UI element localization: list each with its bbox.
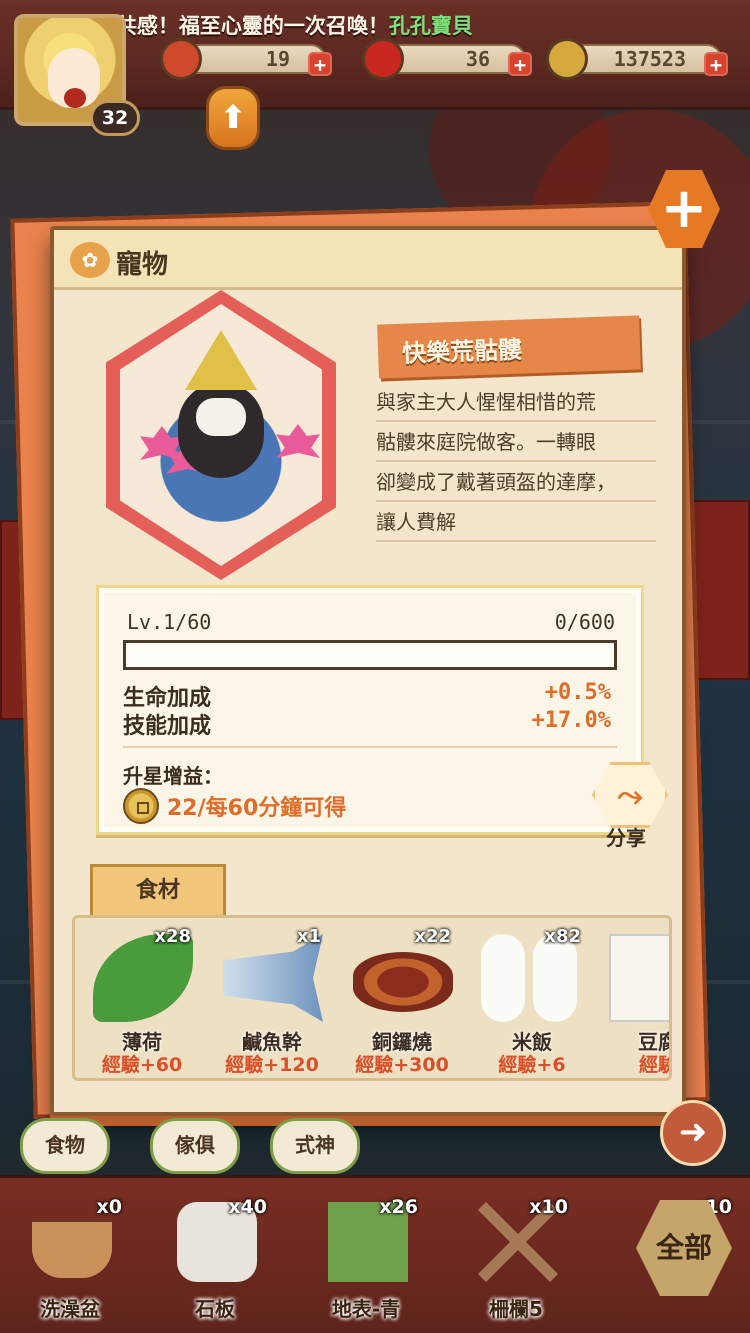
star-bonus-label: 升星增益： — [123, 764, 223, 788]
tofu-icon — [609, 934, 669, 1022]
ingredient-count: x22 — [414, 926, 451, 947]
pet-panel: ✿ 寵物 快樂荒骷髏 與家主大人惺惺相惜的荒 骷髏來庭院做客。一轉眼 卻變成了戴… — [50, 226, 686, 1116]
torii-pillar — [690, 500, 750, 680]
stat-value: +17.0% — [531, 708, 611, 733]
star-bonus-value: 22/每60分鐘可得 — [167, 796, 347, 821]
panel-header: ✿ 寵物 — [54, 230, 682, 290]
magatama-resource: 36 + — [362, 38, 532, 80]
next-arrow-button[interactable]: ➜ — [660, 1100, 726, 1166]
dried-fish-icon — [223, 934, 323, 1022]
sushi-icon — [160, 38, 202, 80]
pet-name: 快樂荒骷髏 — [401, 335, 523, 368]
lantern-upgrade-icon[interactable]: ⬆ — [206, 86, 260, 150]
pet-description: 與家主大人惺惺相惜的荒 骷髏來庭院做客。一轉眼 卻變成了戴著頭盔的達摩， 讓人費… — [376, 382, 656, 542]
pet-name-tag: 快樂荒骷髏 — [377, 315, 641, 379]
panel-title: 寵物 — [116, 250, 169, 280]
avatar-mouth — [64, 88, 86, 108]
paw-icon: ✿ — [70, 242, 110, 278]
mint-leaf-icon — [93, 934, 193, 1022]
pet-portrait — [106, 290, 336, 580]
magatama-icon — [362, 38, 404, 80]
ingredient-count: x82 — [544, 926, 581, 947]
stat-row-skill: 技能加成 +17.0% — [123, 708, 611, 740]
share-icon: ⤳ — [617, 775, 643, 814]
coin-icon — [546, 38, 588, 80]
ingredient-exp: 經驗 — [638, 1054, 669, 1076]
furniture-item[interactable]: x40 石板 — [145, 1182, 285, 1328]
furniture-count: x40 — [228, 1196, 267, 1218]
ingredient-item[interactable]: x28 薄荷 經驗+60 — [79, 922, 205, 1078]
ingredient-exp: 經驗+60 — [101, 1054, 183, 1076]
rice-ball-icon — [481, 934, 525, 1022]
add-sushi-button[interactable]: + — [308, 52, 332, 76]
pet-stats-box: Lv.1/60 0/600 生命加成 +0.5% 技能加成 +17.0% 升星增… — [96, 585, 644, 835]
furniture-count: x0 — [96, 1196, 122, 1218]
add-coin-button[interactable]: + — [704, 52, 728, 76]
star-bonus-row: 22/每60分鐘可得 — [123, 788, 346, 824]
ingredient-item[interactable]: x22 銅鑼燒 經驗+300 — [339, 922, 465, 1078]
ingredient-count: x1 — [296, 926, 321, 947]
exp-bar — [123, 640, 617, 670]
dorayaki-icon — [353, 952, 453, 1012]
rice-ball-icon — [533, 934, 577, 1022]
ingredient-item[interactable]: x 豆腐 經驗 — [595, 922, 669, 1078]
player-level-badge: 32 — [90, 100, 140, 136]
description-line: 骷髏來庭院做客。一轉眼 — [376, 422, 656, 462]
furniture-label: 石板 — [195, 1297, 235, 1321]
ingredient-exp: 經驗+6 — [498, 1054, 566, 1076]
announcement-marquee[interactable]: ✿口 陰陽共感！福至心靈的一次召喚！孔孔寶貝 — [22, 10, 732, 42]
furniture-label: 柵欄5 — [489, 1297, 543, 1321]
description-line: 與家主大人惺惺相惜的荒 — [376, 382, 656, 422]
furniture-item[interactable]: x0 洗澡盆 — [0, 1182, 140, 1328]
furniture-label: 地表-青 — [331, 1297, 401, 1321]
furniture-count: x10 — [529, 1196, 568, 1218]
pet-face — [196, 398, 246, 436]
ingredient-exp: 經驗+120 — [225, 1054, 319, 1076]
level-row: Lv.1/60 0/600 — [127, 610, 615, 634]
description-line: 讓人費解 — [376, 502, 656, 542]
shortcut-food[interactable]: 食物 — [20, 1118, 110, 1174]
divider — [123, 746, 617, 748]
furniture-count: x26 — [379, 1196, 418, 1218]
furniture-item[interactable]: x26 地表-青 — [296, 1182, 436, 1328]
ingredient-count: x28 — [154, 926, 191, 947]
bathtub-icon — [32, 1222, 112, 1278]
furniture-item[interactable]: x10 柵欄5 — [446, 1182, 586, 1328]
stat-label: 技能加成 — [123, 714, 212, 739]
ingredients-list: x28 薄荷 經驗+60 x1 鹹魚幹 經驗+120 x22 銅鑼燒 經驗+30… — [72, 915, 672, 1081]
furniture-label: 洗澡盆 — [40, 1297, 100, 1321]
description-line: 卻變成了戴著頭盔的達摩， — [376, 462, 656, 502]
shortcut-shikigami[interactable]: 式神 — [270, 1118, 360, 1174]
share-label: 分享 — [606, 826, 646, 850]
coin-resource: 137523 + — [546, 38, 728, 80]
ingredient-exp: 經驗+300 — [355, 1054, 449, 1076]
shortcut-furniture[interactable]: 傢俱 — [150, 1118, 240, 1174]
ingredient-item[interactable]: x1 鹹魚幹 經驗+120 — [209, 922, 335, 1078]
sushi-resource: 19 + — [160, 38, 332, 80]
level-label: Lv.1/60 — [127, 610, 212, 634]
add-magatama-button[interactable]: + — [508, 52, 532, 76]
exp-label: 0/600 — [554, 610, 615, 634]
ingredient-item[interactable]: x82 米飯 經驗+6 — [469, 922, 595, 1078]
coin-icon — [123, 788, 159, 824]
tab-ingredients[interactable]: 食材 — [90, 864, 226, 916]
